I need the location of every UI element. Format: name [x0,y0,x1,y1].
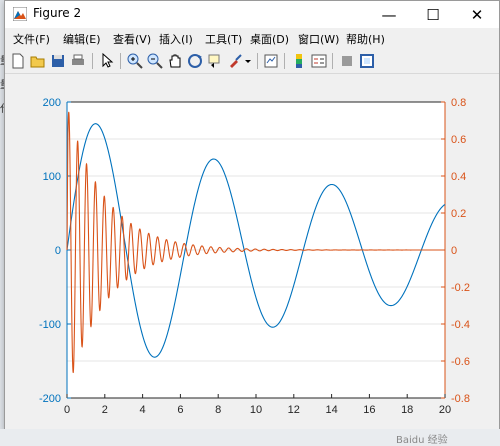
x-tick-label: 6 [177,404,183,416]
toolbar-separator [332,53,333,69]
x-tick-label: 8 [215,404,221,416]
menu-desktop[interactable]: 桌面(D) [250,31,289,47]
x-tick-label: 10 [250,404,262,416]
pan-hand-icon[interactable] [166,52,184,70]
background-bottom-strip: Baidu 经验 [0,429,500,446]
y-left-tick-label: 0 [55,245,61,257]
menu-file[interactable]: 文件(F) [13,31,50,47]
x-tick-label: 14 [325,404,337,416]
dual-axis-line-chart[interactable]: 0 2 4 6 8 10 12 14 16 18 20 -200 -100 0 100 200 -0.8 -0.6… [5,74,499,429]
menu-edit[interactable]: 编辑(E) [63,31,101,47]
y-right-tick-label: 0.6 [451,134,466,146]
print-icon[interactable] [69,52,87,70]
menu-help[interactable]: 帮助(H) [346,31,385,47]
close-button[interactable]: ✕ [455,1,499,28]
dropdown-arrow-icon[interactable] [243,52,253,70]
toolbar-separator [257,53,258,69]
y-right-tick-label: -0.4 [451,319,470,331]
figure-window: Figure 2 — ☐ ✕ 文件(F) 编辑(E) 查看(V) 插入(I) 工… [4,0,500,430]
zoom-out-icon[interactable] [146,52,164,70]
link-plot-icon[interactable] [262,52,280,70]
menu-view[interactable]: 查看(V) [113,31,151,47]
new-figure-icon[interactable] [9,52,27,70]
open-file-icon[interactable] [29,52,47,70]
legend-icon[interactable] [310,52,328,70]
y-left-tick-label: -100 [39,319,61,331]
show-plot-tools-icon[interactable] [358,52,376,70]
menu-window[interactable]: 窗口(W) [298,31,339,47]
y-right-tick-label: -0.2 [451,282,470,294]
rotate-3d-icon[interactable] [186,52,204,70]
menu-insert[interactable]: 插入(I) [159,31,193,47]
toolbar-separator [92,53,93,69]
y-left-tick-label: 200 [43,97,61,109]
menu-tools[interactable]: 工具(T) [205,31,242,47]
maximize-button[interactable]: ☐ [411,1,455,28]
y-right-tick-label: -0.6 [451,356,470,368]
minimize-button[interactable]: — [367,1,411,28]
y-right-tick-label: 0.8 [451,97,466,109]
brush-icon[interactable] [226,52,244,70]
toolbar [5,49,499,74]
y-left-tick-label: -200 [39,393,61,405]
y-right-tick-label: -0.8 [451,393,470,405]
x-tick-label: 20 [439,404,451,416]
x-tick-label: 12 [288,404,300,416]
x-tick-label: 18 [401,404,413,416]
save-icon[interactable] [49,52,67,70]
toolbar-separator [120,53,121,69]
menu-bar: 文件(F) 编辑(E) 查看(V) 插入(I) 工具(T) 桌面(D) 窗口(W… [5,28,499,49]
y-right-tick-label: 0 [451,245,457,257]
x-tick-label: 16 [363,404,375,416]
pointer-icon[interactable] [98,52,116,70]
x-tick-label: 4 [140,404,146,416]
title-bar[interactable]: Figure 2 — ☐ ✕ [5,1,499,28]
y-right-tick-label: 0.4 [451,171,466,183]
y-right-tick-label: 0.2 [451,208,466,220]
x-tick-label: 2 [102,404,108,416]
hide-plot-tools-icon[interactable] [338,52,356,70]
x-tick-label: 0 [64,404,70,416]
watermark-text: Baidu 经验 [396,435,448,446]
data-cursor-icon[interactable] [206,52,224,70]
window-title: Figure 2 [33,6,82,20]
matlab-figure-icon [13,7,27,21]
zoom-in-icon[interactable] [126,52,144,70]
y-left-tick-label: 100 [43,171,61,183]
figure-canvas[interactable]: 0 2 4 6 8 10 12 14 16 18 20 -200 -100 0 100 200 -0.8 -0.6… [5,74,499,429]
colorbar-icon[interactable] [290,52,308,70]
toolbar-separator [284,53,285,69]
